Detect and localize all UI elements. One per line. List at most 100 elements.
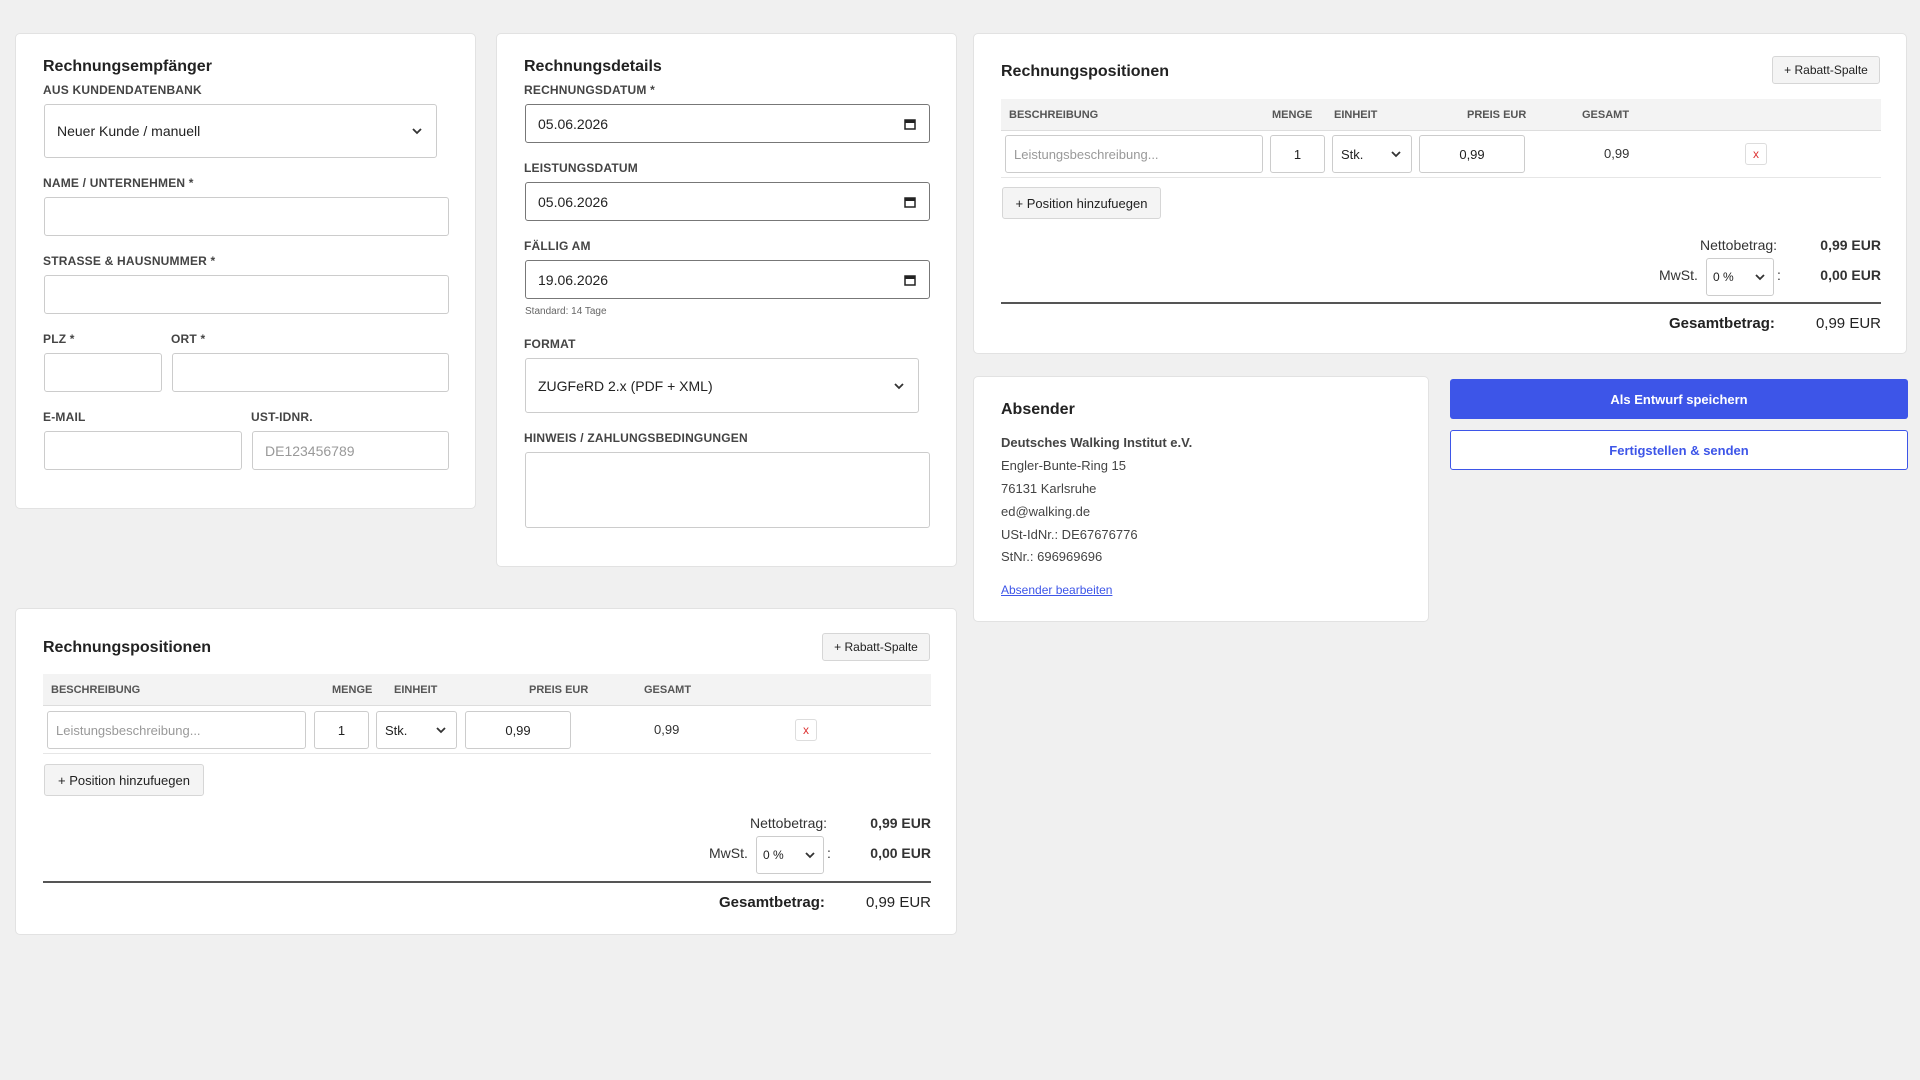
name-input[interactable] [44, 197, 449, 236]
totals-divider [43, 881, 931, 883]
quantity-input[interactable]: 1 [314, 711, 369, 749]
calendar-icon[interactable] [903, 117, 917, 131]
email-label: E-MAIL [43, 410, 86, 424]
due-date-hint: Standard: 14 Tage [525, 306, 607, 317]
sender-city: 76131 Karlsruhe [1001, 481, 1097, 496]
vat-rate-value: 0 % [1713, 270, 1734, 284]
price-input[interactable]: 0,99 [465, 711, 571, 749]
delete-row-button[interactable]: x [795, 719, 817, 741]
vat-rate-value: 0 % [763, 848, 784, 862]
quantity-value: 1 [1293, 146, 1302, 162]
table-header: BESCHREIBUNG MENGE EINHEIT PREIS EUR GES… [1001, 99, 1881, 131]
add-position-button[interactable]: + Position hinzufuegen [1002, 187, 1161, 219]
sender-email: ed@walking.de [1001, 504, 1091, 519]
positions-title: Rechnungspositionen [1001, 63, 1169, 80]
vat-value: 0,00 EUR [870, 845, 931, 861]
col-total: GESAMT [1582, 108, 1630, 121]
total-value: 0,99 EUR [865, 894, 931, 911]
table-header: BESCHREIBUNG MENGE EINHEIT PREIS EUR GES… [43, 674, 931, 706]
col-unit: EINHEIT [1334, 108, 1378, 121]
street-input[interactable] [44, 275, 449, 314]
vat-id-placeholder: DE123456789 [265, 442, 355, 459]
city-input[interactable] [172, 353, 449, 392]
col-price: PREIS EUR [529, 683, 589, 696]
rabatt-column-button[interactable]: + Rabatt-Spalte [822, 633, 930, 661]
street-label: STRASSE & HAUSNUMMER * [43, 254, 216, 268]
sender-card: Absender Deutsches Walking Institut e.V.… [973, 376, 1429, 622]
add-position-button[interactable]: + Position hinzufuegen [44, 764, 204, 796]
col-total: GESAMT [644, 683, 692, 696]
calendar-icon[interactable] [903, 195, 917, 209]
chevron-down-icon [1753, 270, 1767, 284]
row-total: 0,99 [654, 722, 680, 737]
vat-label: MwSt. [1659, 267, 1698, 283]
unit-select[interactable]: Stk. [376, 711, 457, 749]
finish-send-button[interactable]: Fertigstellen & senden [1450, 430, 1908, 470]
col-quantity: MENGE [1272, 108, 1313, 121]
invoice-date-value: 05.06.2026 [538, 115, 609, 132]
vat-colon: : [1777, 267, 1781, 283]
customer-db-label: AUS KUNDENDATENBANK [43, 83, 202, 97]
name-label: NAME / UNTERNEHMEN * [43, 176, 194, 190]
format-value: ZUGFeRD 2.x (PDF + XML) [538, 377, 713, 394]
chevron-down-icon [1389, 147, 1403, 161]
net-label: Nettobetrag: [750, 815, 828, 831]
customer-db-value: Neuer Kunde / manuell [57, 123, 201, 139]
net-label: Nettobetrag: [1700, 237, 1778, 253]
delete-row-button[interactable]: x [1745, 143, 1767, 165]
zip-input[interactable] [44, 353, 162, 392]
col-unit: EINHEIT [394, 683, 438, 696]
invoice-date-input[interactable]: 05.06.2026 [525, 104, 930, 143]
vat-rate-select[interactable]: 0 % [1706, 258, 1774, 296]
chevron-down-icon [892, 379, 906, 393]
sender-name: Deutsches Walking Institut e.V. [1001, 435, 1193, 450]
format-select[interactable]: ZUGFeRD 2.x (PDF + XML) [525, 358, 919, 413]
edit-sender-link[interactable]: Absender bearbeiten [1001, 583, 1112, 597]
due-date-label: FÄLLIG AM [524, 239, 591, 253]
email-input[interactable] [44, 431, 242, 470]
description-input[interactable]: Leistungsbeschreibung... [47, 711, 306, 749]
sender-title: Absender [1001, 401, 1075, 418]
sender-tax-no: StNr.: 696969696 [1001, 549, 1103, 564]
price-input[interactable]: 0,99 [1419, 135, 1525, 173]
description-placeholder: Leistungsbeschreibung... [1014, 146, 1159, 162]
chevron-down-icon [803, 848, 817, 862]
vat-rate-select[interactable]: 0 % [756, 836, 824, 874]
row-divider [43, 753, 931, 754]
service-date-input[interactable]: 05.06.2026 [525, 182, 930, 221]
sender-vat-id: USt-IdNr.: DE67676776 [1001, 527, 1138, 542]
col-description: BESCHREIBUNG [51, 683, 141, 696]
service-date-value: 05.06.2026 [538, 193, 609, 210]
price-value: 0,99 [1459, 146, 1485, 162]
unit-value: Stk. [385, 722, 408, 738]
details-card: Rechnungsdetails RECHNUNGSDATUM * 05.06.… [496, 33, 957, 567]
due-date-input[interactable]: 19.06.2026 [525, 260, 930, 299]
description-placeholder: Leistungsbeschreibung... [56, 722, 201, 738]
unit-select[interactable]: Stk. [1332, 135, 1412, 173]
col-price: PREIS EUR [1467, 108, 1527, 121]
quantity-input[interactable]: 1 [1270, 135, 1325, 173]
calendar-icon[interactable] [903, 273, 917, 287]
col-quantity: MENGE [332, 683, 373, 696]
positions-card-upper: Rechnungspositionen + Rabatt-Spalte BESC… [973, 33, 1907, 354]
city-label: ORT * [171, 332, 206, 346]
vat-label: MwSt. [709, 845, 748, 861]
total-label: Gesamtbetrag: [1669, 315, 1775, 332]
rabatt-column-button[interactable]: + Rabatt-Spalte [1772, 56, 1880, 84]
vat-id-input[interactable]: DE123456789 [252, 431, 449, 470]
totals-divider [1001, 302, 1881, 304]
net-value: 0,99 EUR [870, 815, 931, 831]
row-divider [1001, 177, 1881, 178]
customer-db-select[interactable]: Neuer Kunde / manuell [44, 104, 437, 158]
vat-colon: : [827, 845, 831, 861]
col-description: BESCHREIBUNG [1009, 108, 1099, 121]
note-textarea[interactable] [525, 452, 930, 528]
details-title: Rechnungsdetails [524, 58, 662, 75]
positions-title: Rechnungspositionen [43, 639, 211, 656]
row-total: 0,99 [1604, 146, 1630, 161]
save-draft-button[interactable]: Als Entwurf speichern [1450, 379, 1908, 419]
service-date-label: LEISTUNGSDATUM [524, 161, 638, 175]
description-input[interactable]: Leistungsbeschreibung... [1005, 135, 1263, 173]
net-value: 0,99 EUR [1820, 237, 1881, 253]
quantity-value: 1 [337, 722, 346, 738]
